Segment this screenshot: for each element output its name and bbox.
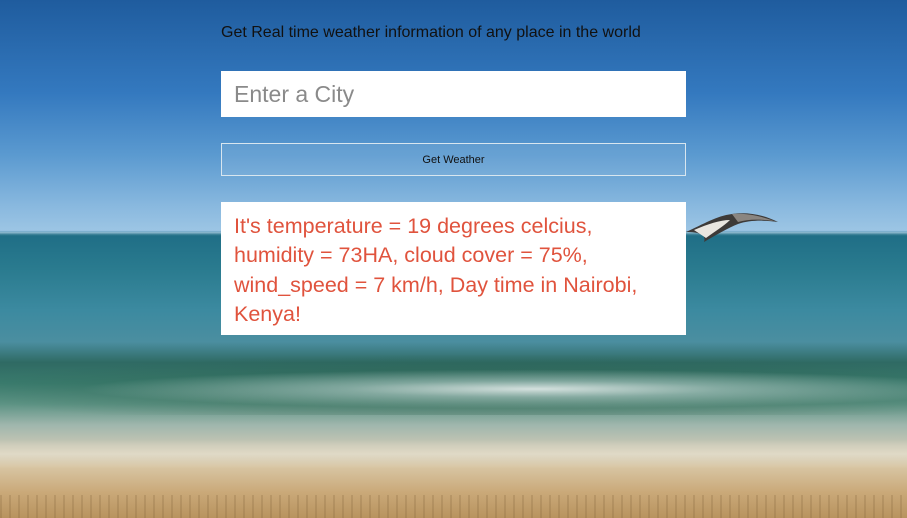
get-weather-button[interactable]: Get Weather [221, 143, 686, 176]
city-search-input[interactable] [221, 71, 686, 117]
seagull-icon [686, 213, 778, 242]
sand [0, 495, 907, 518]
weather-result-text: It's temperature = 19 degrees celcius, h… [234, 214, 638, 326]
page-tagline: Get Real time weather information of any… [221, 24, 641, 41]
shore-foam [0, 440, 907, 468]
wave-foam [0, 366, 907, 412]
weather-result-panel: It's temperature = 19 degrees celcius, h… [221, 202, 686, 335]
